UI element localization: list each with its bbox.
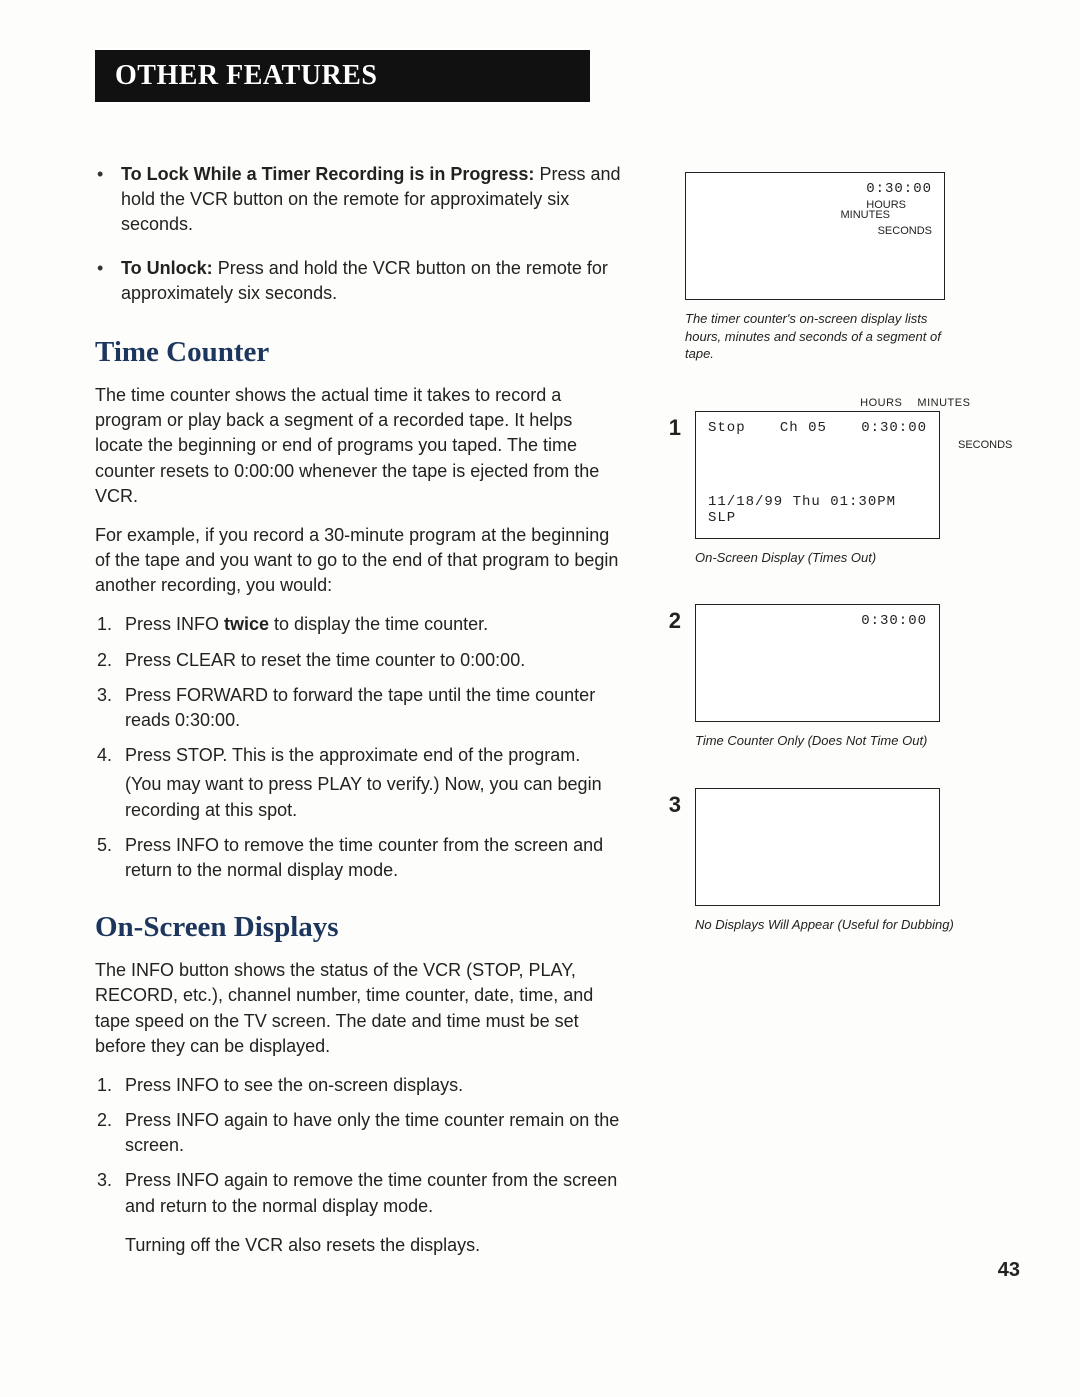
- fig1-time: 0:30:00: [861, 420, 927, 436]
- osd-steps: Press INFO to see the on-screen displays…: [95, 1073, 625, 1219]
- fig3-caption: No Displays Will Appear (Useful for Dubb…: [695, 916, 975, 934]
- label-seconds: SECONDS: [698, 225, 932, 237]
- fig1-box: Stop Ch 05 0:30:00 11/18/99 Thu 01:30PM …: [695, 411, 940, 539]
- figure-top-caption: The timer counter's on-screen display li…: [685, 310, 945, 363]
- figure-top-box: 0:30:00 HOURS MINUTES SECONDS: [685, 172, 945, 300]
- fig2-caption: Time Counter Only (Does Not Time Out): [695, 732, 955, 750]
- bullet-lock: To Lock While a Timer Recording is in Pr…: [95, 162, 625, 238]
- left-column: To Lock While a Timer Recording is in Pr…: [95, 162, 625, 1272]
- osd-para-1: The INFO button shows the status of the …: [95, 958, 625, 1059]
- tc-step-5: Press INFO to remove the time counter fr…: [117, 833, 625, 883]
- osd-step-3: Press INFO again to remove the time coun…: [117, 1168, 625, 1218]
- tc-step-2a: Press CLEAR to reset the time counter to…: [125, 650, 525, 670]
- right-column: 0:30:00 HOURS MINUTES SECONDS The timer …: [665, 162, 1012, 1272]
- tc-para-1: The time counter shows the actual time i…: [95, 383, 625, 509]
- fig1-status: Stop: [708, 420, 746, 436]
- tc-step-5a: Press INFO to remove the time counter fr…: [125, 835, 603, 880]
- fig1-label-hours: HOURS: [860, 397, 902, 409]
- tc-para-2: For example, if you record a 30-minute p…: [95, 523, 625, 599]
- tc-steps: Press INFO twice to display the time cou…: [95, 612, 625, 883]
- osd-step-2: Press INFO again to have only the time c…: [117, 1108, 625, 1158]
- tc-step-3: Press FORWARD to forward the tape until …: [117, 683, 625, 733]
- osd-step-1: Press INFO to see the on-screen displays…: [117, 1073, 625, 1098]
- tc-step-1-bold: twice: [224, 614, 269, 634]
- fig3-number: 3: [665, 792, 681, 818]
- label-minutes: MINUTES: [841, 209, 891, 221]
- fig1-channel: Ch 05: [780, 420, 827, 436]
- fig1-number: 1: [665, 415, 681, 441]
- bullet-unlock-title: To Unlock:: [121, 258, 213, 278]
- tc-step-4: Press STOP. This is the approximate end …: [117, 743, 625, 823]
- tc-step-1: Press INFO twice to display the time cou…: [117, 612, 625, 637]
- fig1-caption: On-Screen Display (Times Out): [695, 549, 940, 567]
- osd-tail: Turning off the VCR also resets the disp…: [125, 1233, 625, 1258]
- tc-step-4a: Press STOP. This is the approximate end …: [125, 745, 580, 765]
- heading-osd: On-Screen Displays: [95, 911, 625, 944]
- figure-top-time: 0:30:00: [698, 181, 932, 197]
- fig2-box: 0:30:00: [695, 604, 940, 722]
- tc-step-3a: Press FORWARD to forward the tape until …: [125, 685, 595, 730]
- tc-step-1b: to display the time counter.: [269, 614, 488, 634]
- tc-step-4-sub: (You may want to press PLAY to verify.) …: [125, 772, 625, 822]
- fig2-time: 0:30:00: [708, 613, 927, 629]
- lock-bullets: To Lock While a Timer Recording is in Pr…: [95, 162, 625, 306]
- bullet-unlock: To Unlock: Press and hold the VCR button…: [95, 256, 625, 306]
- section-banner: OTHER FEATURES: [95, 50, 590, 102]
- tc-step-1a: Press INFO: [125, 614, 224, 634]
- fig1-label-seconds: SECONDS: [958, 439, 1012, 451]
- heading-time-counter: Time Counter: [95, 336, 625, 369]
- bullet-lock-title: To Lock While a Timer Recording is in Pr…: [121, 164, 534, 184]
- fig2-number: 2: [665, 608, 681, 634]
- fig1-dateline: 11/18/99 Thu 01:30PM SLP: [708, 494, 927, 526]
- fig3-box: [695, 788, 940, 906]
- tc-step-2: Press CLEAR to reset the time counter to…: [117, 648, 625, 673]
- fig1-label-minutes: MINUTES: [917, 397, 970, 409]
- page-number: 43: [998, 1259, 1020, 1282]
